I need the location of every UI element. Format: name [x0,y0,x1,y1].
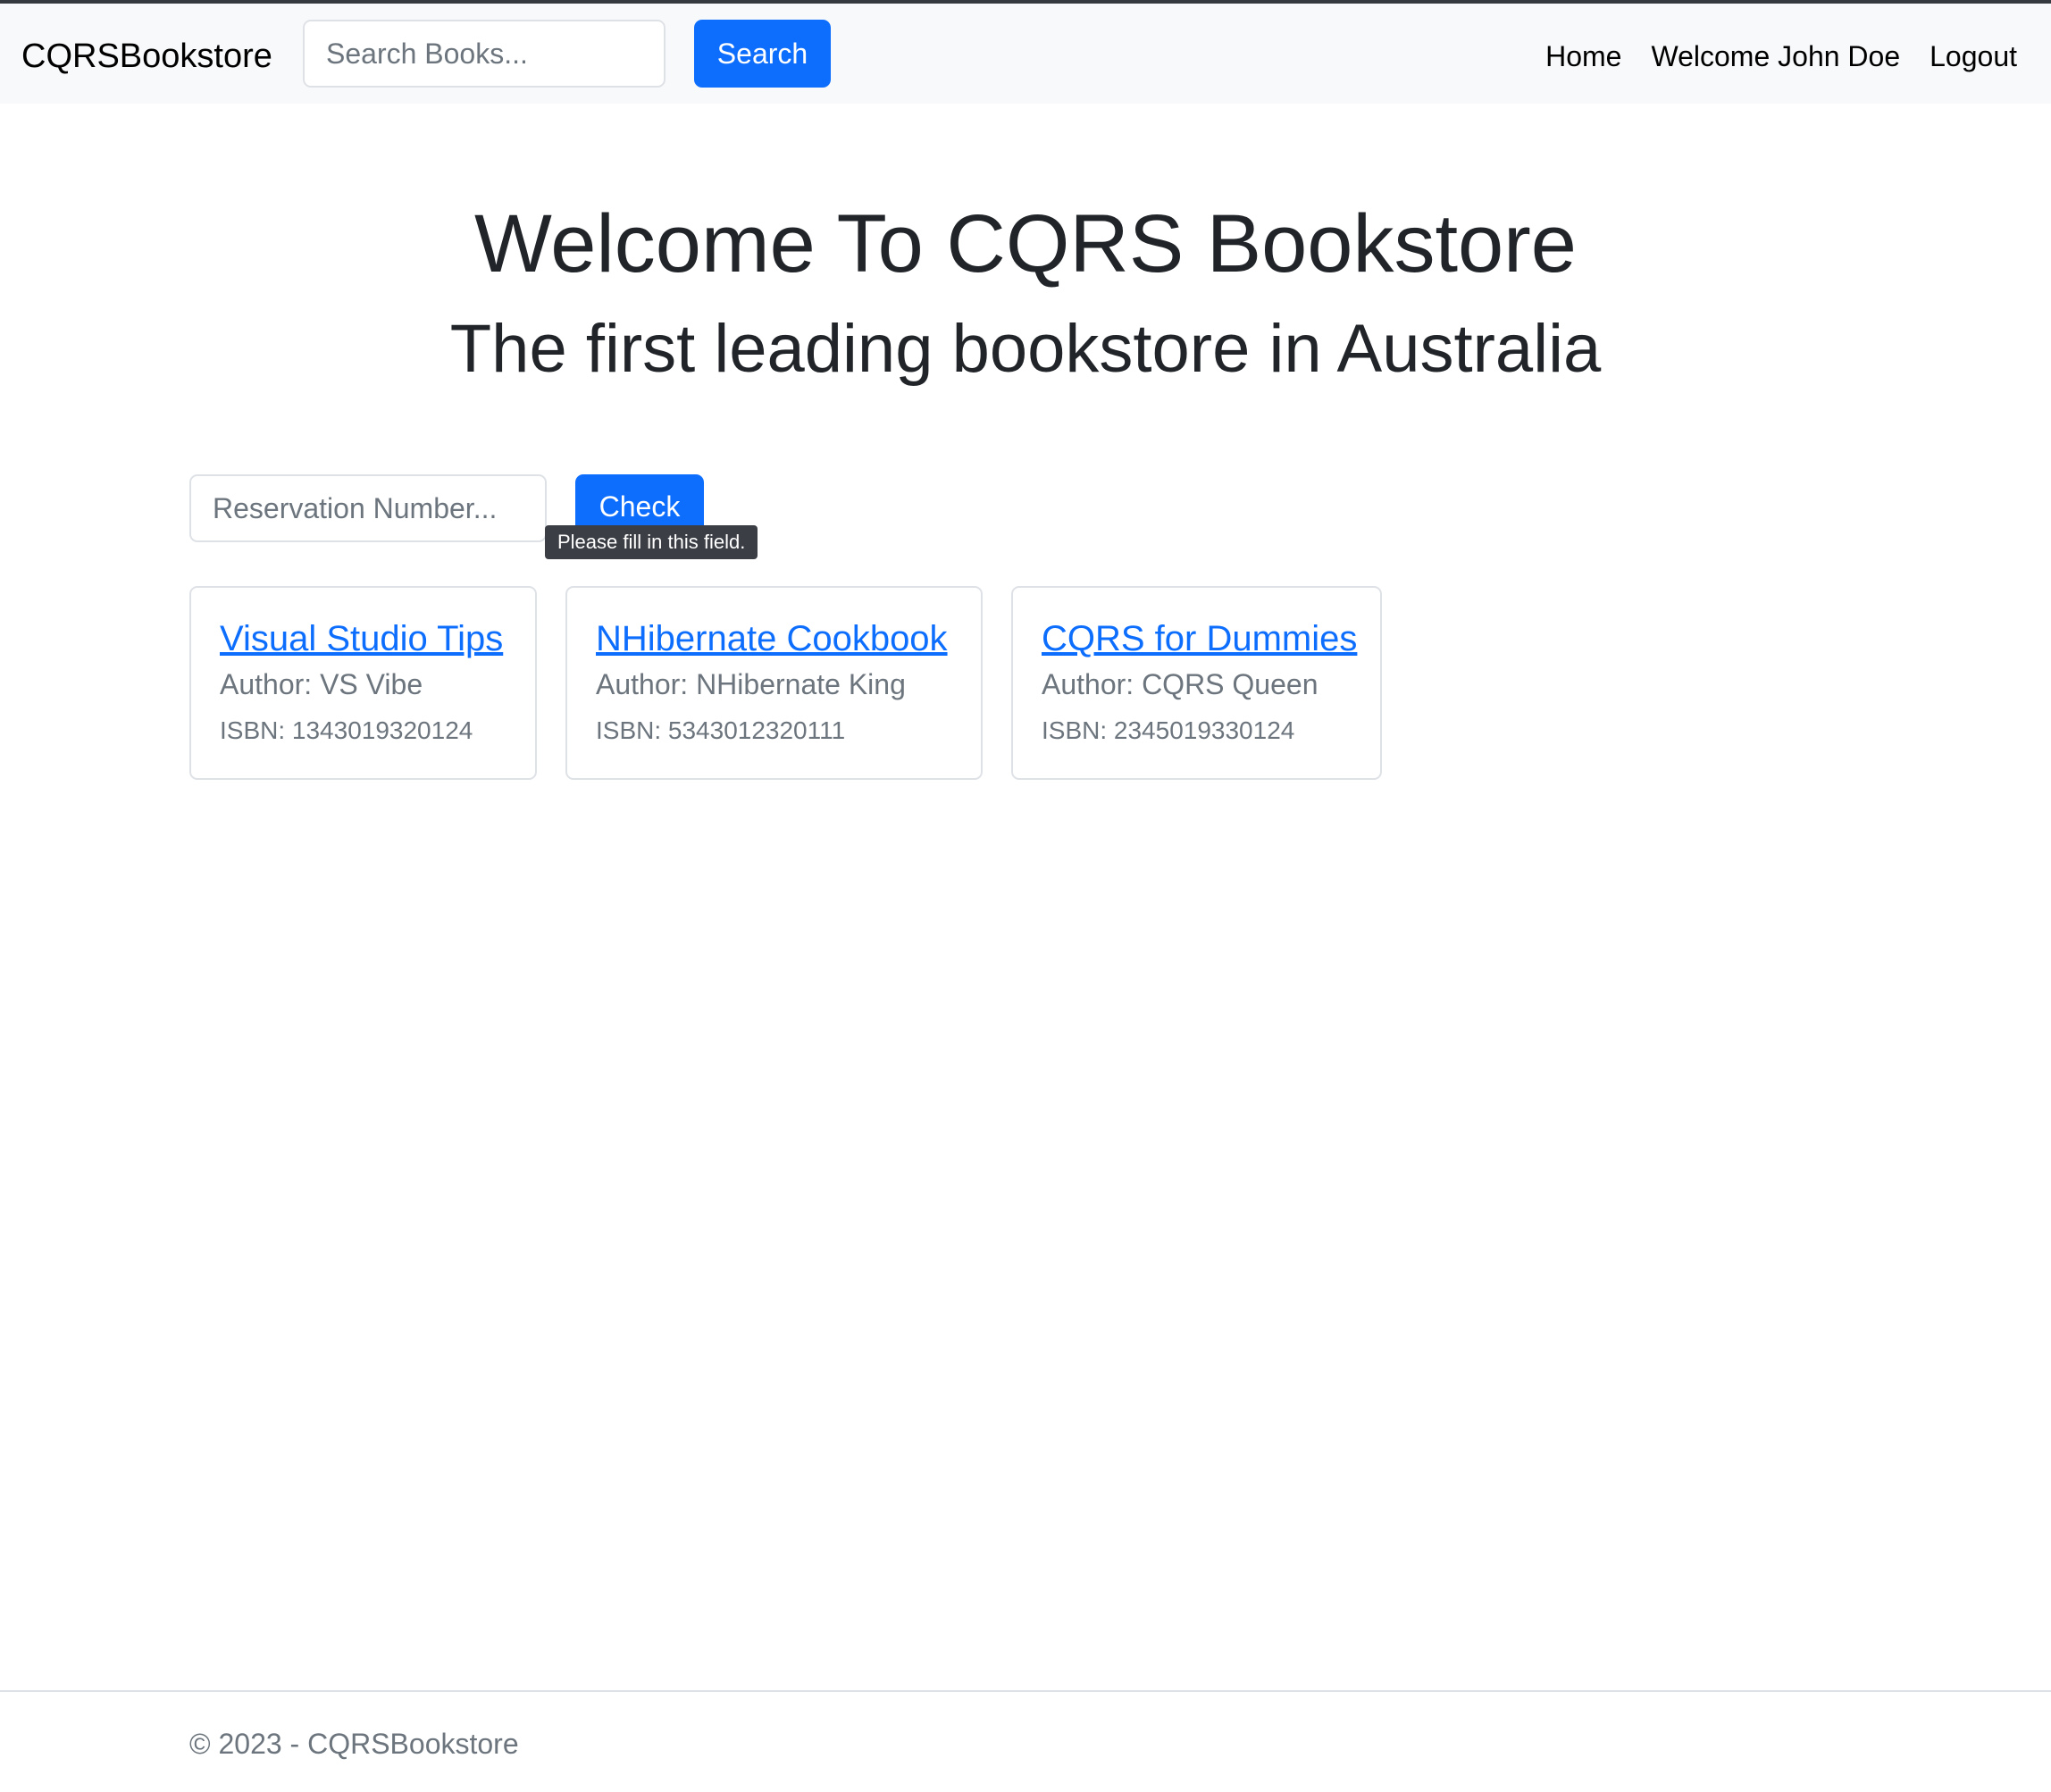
book-isbn: ISBN: 1343019320124 [220,716,473,744]
book-author: Author: VS Vibe [220,668,423,700]
page-title: Welcome To CQRS Bookstore [474,198,1577,289]
search-books-input[interactable] [303,20,666,88]
search-button[interactable]: Search [694,20,831,88]
book-card: CQRS for Dummies Author: CQRS Queen ISBN… [1011,586,1382,780]
footer-copyright: © 2023 - CQRSBookstore [189,1728,519,1760]
validation-tooltip: Please fill in this field. [545,525,758,559]
nav-home-link[interactable]: Home [1545,38,1621,75]
footer-divider [0,1690,2051,1692]
nav-links: Home Welcome John Doe Logout [1545,38,2017,75]
nav-logout-link[interactable]: Logout [1930,38,2017,75]
book-title-link[interactable]: NHibernate Cookbook [596,616,952,661]
book-title-link[interactable]: Visual Studio Tips [220,616,506,661]
reservation-number-input[interactable] [189,474,547,542]
book-card: Visual Studio Tips Author: VS Vibe ISBN:… [189,586,537,780]
navbar: CQRSBookstore Search Home Welcome John D… [0,4,2051,104]
book-isbn: ISBN: 2345019330124 [1042,716,1295,744]
brand-link[interactable]: CQRSBookstore [21,36,272,77]
nav-welcome-user-link[interactable]: Welcome John Doe [1651,38,1900,75]
book-author: Author: CQRS Queen [1042,668,1318,700]
book-isbn: ISBN: 5343012320111 [596,716,846,744]
book-author: Author: NHibernate King [596,668,906,700]
book-title-link[interactable]: CQRS for Dummies [1042,616,1357,661]
book-card: NHibernate Cookbook Author: NHibernate K… [565,586,983,780]
page-subtitle: The first leading bookstore in Australia [449,311,1602,387]
